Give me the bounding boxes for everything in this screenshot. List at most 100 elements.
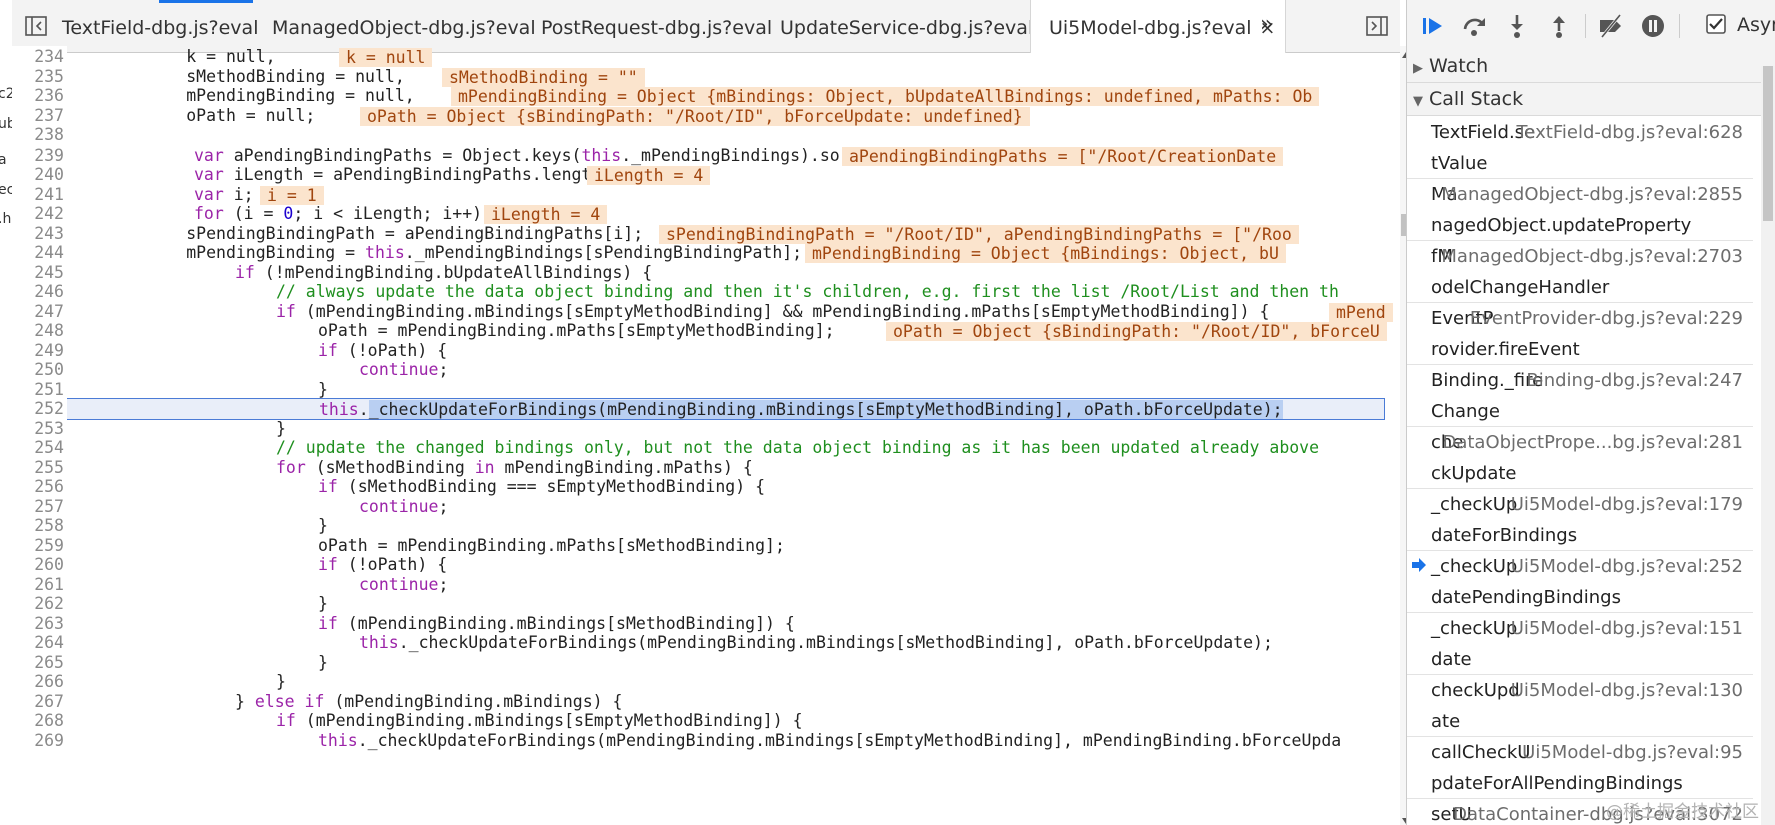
- frame-location[interactable]: Ui5Model-dbg.js?eval:151: [1511, 618, 1743, 639]
- frame-location[interactable]: Ui5Model-dbg.js?eval:95: [1522, 742, 1743, 763]
- code-text: (!oPath) {: [337, 341, 448, 360]
- code-comment: // always update the data object binding…: [276, 282, 1339, 301]
- call-frame[interactable]: Binding._fire Binding-dbg.js?eval:247 Chan…: [1407, 364, 1753, 427]
- current-execution-line: this._checkUpdateForBindings(mPendingBin…: [67, 398, 1385, 420]
- step-into-icon[interactable]: [1503, 12, 1531, 40]
- call-frame[interactable]: Ma ManagedObject-dbg.js?eval:2855 nagedObj…: [1407, 178, 1753, 241]
- line-number[interactable]: 256: [12, 476, 64, 498]
- toggle-navigator-icon[interactable]: [24, 14, 48, 38]
- call-frame[interactable]: EventP EventProvider-dbg.js?eval:229 rovid…: [1407, 302, 1753, 365]
- line-number[interactable]: 242: [12, 203, 64, 225]
- line-number[interactable]: 269: [12, 730, 64, 752]
- keyword: this: [359, 633, 399, 652]
- scrollbar-thumb[interactable]: [1763, 66, 1773, 221]
- inline-value: mPendingBinding = Object {mBindings: Obj…: [805, 244, 1286, 263]
- code-text: ._checkUpdateForBindings(mPendingBinding…: [398, 633, 1273, 652]
- line-number[interactable]: 236: [12, 85, 64, 107]
- frame-function-continued: nagedObject.updateProperty: [1431, 215, 1692, 236]
- async-label: Asyn: [1737, 14, 1775, 36]
- frame-location[interactable]: ManagedObject-dbg.js?eval:2703: [1441, 246, 1743, 267]
- line-number[interactable]: 246: [12, 281, 64, 303]
- line-number[interactable]: 258: [12, 515, 64, 537]
- line-number[interactable]: 260: [12, 554, 64, 576]
- line-number[interactable]: 266: [12, 671, 64, 693]
- keyword: this: [581, 146, 622, 165]
- deactivate-breakpoints-icon[interactable]: [1597, 12, 1625, 40]
- keyword: in: [474, 458, 495, 477]
- call-frame[interactable]: _checkUp Ui5Model-dbg.js?eval:252 datePend…: [1407, 550, 1753, 613]
- frame-location[interactable]: DataObjectPrope...bg.js?eval:281: [1442, 432, 1743, 453]
- call-stack-section-header[interactable]: ▼ Call Stack: [1407, 83, 1775, 116]
- line-number[interactable]: 264: [12, 632, 64, 654]
- code-text: (mPendingBinding.mBindings[sMethodBindin…: [337, 614, 795, 633]
- selected-text: _checkUpdateForBindings(mPendingBinding.…: [368, 400, 1283, 419]
- line-number[interactable]: 250: [12, 359, 64, 381]
- frame-location[interactable]: EventProvider-dbg.js?eval:229: [1470, 308, 1743, 329]
- toggle-debugger-icon[interactable]: [1365, 14, 1389, 38]
- call-frame[interactable]: _checkUp Ui5Model-dbg.js?eval:151 date: [1407, 612, 1753, 675]
- call-frame[interactable]: callCheckU Ui5Model-dbg.js?eval:95 pdateFo…: [1407, 736, 1753, 799]
- frame-function-continued: ate: [1431, 711, 1461, 732]
- line-number[interactable]: 234: [12, 46, 64, 68]
- inline-value: mPendingBinding = Object {mBindings: Obj…: [451, 87, 1320, 106]
- call-stack-scrollbar[interactable]: [1761, 66, 1775, 825]
- frame-location[interactable]: Binding-dbg.js?eval:247: [1526, 370, 1743, 391]
- call-frame[interactable]: _checkUp Ui5Model-dbg.js?eval:179 dateForB…: [1407, 488, 1753, 551]
- call-frame[interactable]: fM ManagedObject-dbg.js?eval:2703 odelChan…: [1407, 240, 1753, 303]
- frame-function-continued: odelChangeHandler: [1431, 277, 1610, 298]
- call-frame[interactable]: TextField.se TextField-dbg.js?eval:628 tVa…: [1407, 116, 1753, 179]
- number-literal: 0: [283, 204, 294, 223]
- strip-text: .h: [0, 211, 12, 227]
- step-over-icon[interactable]: [1461, 12, 1489, 40]
- inline-value: iLength = 4: [587, 166, 711, 185]
- frame-location[interactable]: ManagedObject-dbg.js?eval:2855: [1441, 184, 1743, 205]
- keyword: if: [318, 555, 338, 574]
- code-text: ._mPendingBindings[sPendingBindingPath];: [404, 243, 803, 262]
- frame-function: checkUpd: [1431, 680, 1520, 701]
- watermark-text: @稀土掘金技术社区: [1606, 802, 1759, 822]
- toolbar-divider: [1679, 14, 1680, 38]
- frame-location[interactable]: Ui5Model-dbg.js?eval:179: [1511, 494, 1743, 515]
- tab-postrequest[interactable]: PostRequest-dbg.js?eval: [541, 0, 772, 52]
- frame-location[interactable]: Ui5Model-dbg.js?eval:252: [1511, 556, 1743, 577]
- line-number[interactable]: 252: [12, 398, 64, 420]
- line-number[interactable]: 262: [12, 593, 64, 615]
- keyword: this: [318, 731, 358, 750]
- toolbar-divider: [1585, 14, 1586, 38]
- watch-section-header[interactable]: ▶ Watch: [1407, 50, 1775, 83]
- line-number[interactable]: 238: [12, 124, 64, 146]
- frame-location[interactable]: TextField-dbg.js?eval:628: [1516, 122, 1743, 143]
- resume-icon[interactable]: [1419, 12, 1447, 40]
- frame-function: callCheckU: [1431, 742, 1531, 763]
- tab-managedobject[interactable]: ManagedObject-dbg.js?eval: [272, 0, 536, 52]
- code-area[interactable]: k = null, k = null sMethodBinding = null,…: [67, 46, 1400, 825]
- keyword: if: [318, 341, 338, 360]
- keyword: if: [318, 614, 338, 633]
- code-text: ; i < iLength; i++) {: [293, 204, 502, 223]
- line-number[interactable]: 268: [12, 710, 64, 732]
- frame-location[interactable]: Ui5Model-dbg.js?eval:130: [1511, 680, 1743, 701]
- tab-updateservice[interactable]: UpdateService-dbg.js?eval: [780, 0, 1033, 52]
- call-frame[interactable]: checkUpd Ui5Model-dbg.js?eval:130 ate: [1407, 674, 1753, 737]
- line-number[interactable]: 254: [12, 437, 64, 459]
- keyword: this: [365, 243, 405, 262]
- call-frame[interactable]: che DataObjectPrope...bg.js?eval:281 ckUpd…: [1407, 426, 1753, 489]
- line-number[interactable]: 244: [12, 242, 64, 264]
- line-number[interactable]: 240: [12, 164, 64, 186]
- source-editor: TextField-dbg.js?eval ManagedObject-dbg.…: [12, 0, 1412, 825]
- keyword: var: [194, 165, 224, 184]
- code-text: (mPendingBinding.mBindings) {: [324, 692, 623, 711]
- async-checkbox[interactable]: [1705, 13, 1727, 35]
- tab-label: UpdateService-dbg.js?eval: [780, 17, 1034, 39]
- line-number[interactable]: 248: [12, 320, 64, 342]
- line-number-gutter: 234 235 236 237 238 239 240 241 242 243 244 245 246 2…: [12, 46, 67, 825]
- tab-overflow-button[interactable]: »: [1260, 0, 1273, 52]
- inline-value: iLength = 4: [484, 205, 608, 224]
- watch-label: Watch: [1429, 55, 1489, 77]
- frame-function: _checkUp: [1431, 618, 1518, 639]
- inline-value: aPendingBindingPaths = ["/Root/CreationD…: [842, 147, 1284, 166]
- tab-textfield[interactable]: TextField-dbg.js?eval: [62, 0, 258, 52]
- step-out-icon[interactable]: [1545, 12, 1573, 40]
- pause-on-exceptions-icon[interactable]: [1639, 12, 1667, 40]
- code-text: ;: [438, 360, 449, 379]
